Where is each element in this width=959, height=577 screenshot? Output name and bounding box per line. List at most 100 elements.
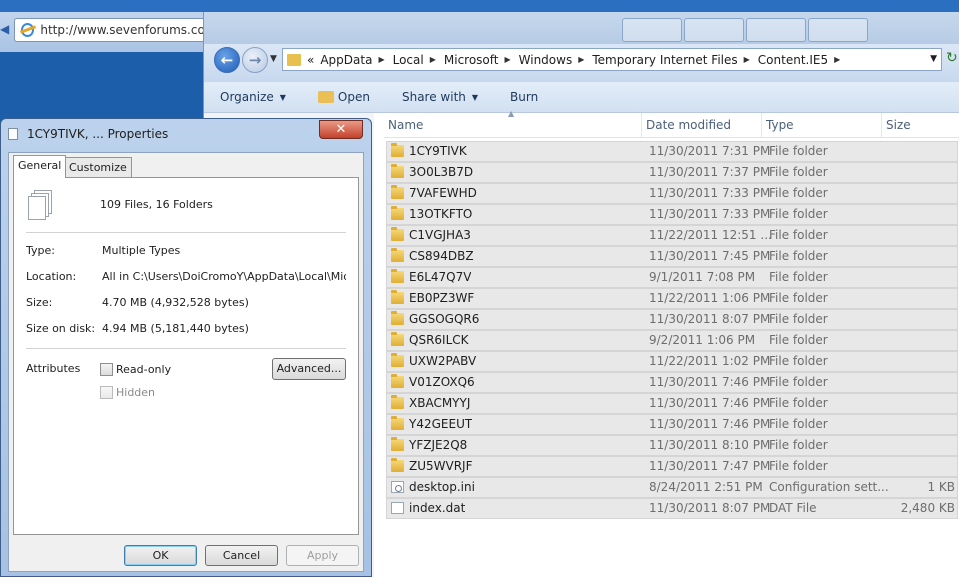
burn-button[interactable]: Burn — [510, 90, 538, 104]
file-name: desktop.ini — [409, 480, 475, 494]
file-size: 2,480 KB — [900, 501, 955, 515]
readonly-checkbox[interactable] — [100, 363, 113, 376]
folder-icon — [391, 395, 404, 409]
table-row[interactable]: V01ZOXQ6 11/30/2011 7:46 PM File folder — [386, 372, 958, 393]
table-row[interactable]: EB0PZ3WF 11/22/2011 1:06 PM File folder — [386, 288, 958, 309]
breadcrumb-separator-icon[interactable]: ▶ — [504, 55, 510, 64]
table-row[interactable]: Y42GEEUT 11/30/2011 7:46 PM File folder — [386, 414, 958, 435]
breadcrumb-separator-icon[interactable]: ▶ — [378, 55, 384, 64]
file-name: QSR6ILCK — [409, 333, 469, 347]
file-date: 9/1/2011 7:08 PM — [649, 270, 756, 284]
table-row[interactable]: desktop.ini 8/24/2011 2:51 PM Configuratio… — [386, 477, 958, 498]
file-type: File folder — [769, 417, 828, 431]
table-row[interactable]: 1CY9TIVK 11/30/2011 7:31 PM File folder — [386, 141, 958, 162]
address-bar[interactable]: « AppData ▶ Local ▶ Microsoft ▶ Windows ▶ Tempor… — [282, 48, 942, 71]
column-header-name-label: Name — [388, 118, 424, 132]
cancel-button[interactable]: Cancel — [205, 545, 278, 566]
file-type: File folder — [769, 354, 828, 368]
file-name: EB0PZ3WF — [409, 291, 475, 305]
apply-button[interactable]: Apply — [286, 545, 359, 566]
explorer-title-strip — [204, 12, 959, 44]
location-value: All in C:\Users\DoiCromoY\AppData\Local\… — [102, 270, 346, 283]
breadcrumb-segment[interactable]: AppData — [320, 53, 372, 67]
file-type: File folder — [769, 207, 828, 221]
table-row[interactable]: 13OTKFTO 11/30/2011 7:33 PM File folder — [386, 204, 958, 225]
column-header-date-label: Date modified — [646, 118, 732, 132]
table-row[interactable]: ZU5WVRJF 11/30/2011 7:47 PM File folder — [386, 456, 958, 477]
breadcrumb-segment[interactable]: Microsoft — [444, 53, 499, 67]
browser-address-bar[interactable]: http://www.sevenforums.com — [14, 18, 205, 42]
navigation-bar: ← → ▼ « AppData ▶ Local ▶ Microsoft ▶ Windows ▶… — [204, 44, 959, 82]
file-name: 3O0L3B7D — [409, 165, 474, 179]
forward-button[interactable]: → — [242, 47, 268, 73]
browser-back-icon[interactable]: ◀ — [0, 18, 12, 40]
file-size: 1 KB — [927, 480, 955, 494]
breadcrumb-separator-icon[interactable]: ▶ — [578, 55, 584, 64]
breadcrumb-overflow[interactable]: « — [307, 53, 314, 67]
taskbar-thumbnail[interactable] — [808, 18, 868, 42]
tab-general[interactable]: General — [13, 155, 67, 178]
advanced-button[interactable]: Advanced... — [272, 358, 346, 380]
file-size — [889, 331, 955, 350]
folder-icon — [391, 206, 404, 220]
open-button[interactable]: Open — [317, 90, 370, 104]
file-name: 7VAFEWHD — [409, 186, 477, 200]
table-row[interactable]: 3O0L3B7D 11/30/2011 7:37 PM File folder — [386, 162, 958, 183]
folder-icon — [391, 353, 404, 367]
column-header-date-modified[interactable]: Date modified — [642, 113, 762, 137]
taskbar-thumbnail[interactable] — [684, 18, 744, 42]
file-size — [889, 457, 955, 476]
size-value: 4.70 MB (4,932,528 bytes) — [102, 296, 249, 309]
back-button[interactable]: ← — [214, 47, 240, 73]
table-row[interactable]: XBACMYYJ 11/30/2011 7:46 PM File folder — [386, 393, 958, 414]
file-date: 11/30/2011 7:31 PM — [649, 144, 771, 158]
share-with-label: Share with — [401, 90, 466, 104]
breadcrumb-separator-icon[interactable]: ▶ — [834, 55, 840, 64]
browser-url[interactable]: http://www.sevenforums.com — [40, 23, 205, 37]
file-name: XBACMYYJ — [409, 396, 471, 410]
close-button[interactable]: ✕ — [319, 120, 363, 139]
breadcrumb-segment[interactable]: Content.IE5 — [758, 53, 828, 67]
folder-icon — [391, 458, 404, 472]
file-type: File folder — [769, 144, 828, 158]
breadcrumb-segment[interactable]: Temporary Internet Files — [592, 53, 737, 67]
table-row[interactable]: CS894DBZ 11/30/2011 7:45 PM File folder — [386, 246, 958, 267]
column-header-type[interactable]: Type — [762, 113, 882, 137]
table-row[interactable]: UXW2PABV 11/22/2011 1:02 PM File folder — [386, 351, 958, 372]
address-dropdown-icon[interactable]: ▼ — [930, 54, 937, 64]
column-header-name[interactable]: Name — [384, 113, 642, 137]
table-row[interactable]: GGSOGQR6 11/30/2011 8:07 PM File folder — [386, 309, 958, 330]
recent-pages-dropdown-icon[interactable]: ▼ — [270, 54, 277, 64]
file-date: 11/30/2011 8:10 PM — [649, 438, 771, 452]
taskbar-thumbnail[interactable] — [622, 18, 682, 42]
organize-button[interactable]: Organize ▼ — [220, 90, 286, 104]
file-size — [889, 394, 955, 413]
file-name: 1CY9TIVK — [409, 144, 467, 158]
attributes-label: Attributes — [26, 362, 81, 375]
file-name: ZU5WVRJF — [409, 459, 473, 473]
chevron-down-icon: ▼ — [279, 92, 286, 102]
share-with-button[interactable]: Share with ▼ — [402, 90, 478, 104]
folder-icon — [391, 290, 404, 304]
table-row[interactable]: 7VAFEWHD 11/30/2011 7:33 PM File folder — [386, 183, 958, 204]
file-type: File folder — [769, 270, 828, 284]
table-row[interactable]: E6L47Q7V 9/1/2011 7:08 PM File folder — [386, 267, 958, 288]
table-row[interactable]: C1VGJHA3 11/22/2011 12:51 ... File folder — [386, 225, 958, 246]
open-label: Open — [337, 90, 370, 104]
file-type: File folder — [769, 312, 828, 326]
hidden-checkbox[interactable] — [100, 386, 113, 399]
file-size — [889, 247, 955, 266]
breadcrumb-segment[interactable]: Windows — [519, 53, 573, 67]
ok-button[interactable]: OK — [124, 545, 197, 566]
breadcrumb-segment[interactable]: Local — [393, 53, 424, 67]
tab-customize[interactable]: Customize — [64, 157, 132, 177]
file-name: 13OTKFTO — [409, 207, 473, 221]
table-row[interactable]: YFZJE2Q8 11/30/2011 8:10 PM File folder — [386, 435, 958, 456]
breadcrumb-separator-icon[interactable]: ▶ — [430, 55, 436, 64]
breadcrumb-separator-icon[interactable]: ▶ — [744, 55, 750, 64]
taskbar-thumbnail[interactable] — [746, 18, 806, 42]
table-row[interactable]: index.dat 11/30/2011 8:07 PM DAT File 2,480… — [386, 498, 958, 519]
table-row[interactable]: QSR6ILCK 9/2/2011 1:06 PM File folder — [386, 330, 958, 351]
refresh-icon[interactable]: ↻ — [946, 50, 959, 68]
column-header-size[interactable]: Size — [882, 113, 959, 137]
